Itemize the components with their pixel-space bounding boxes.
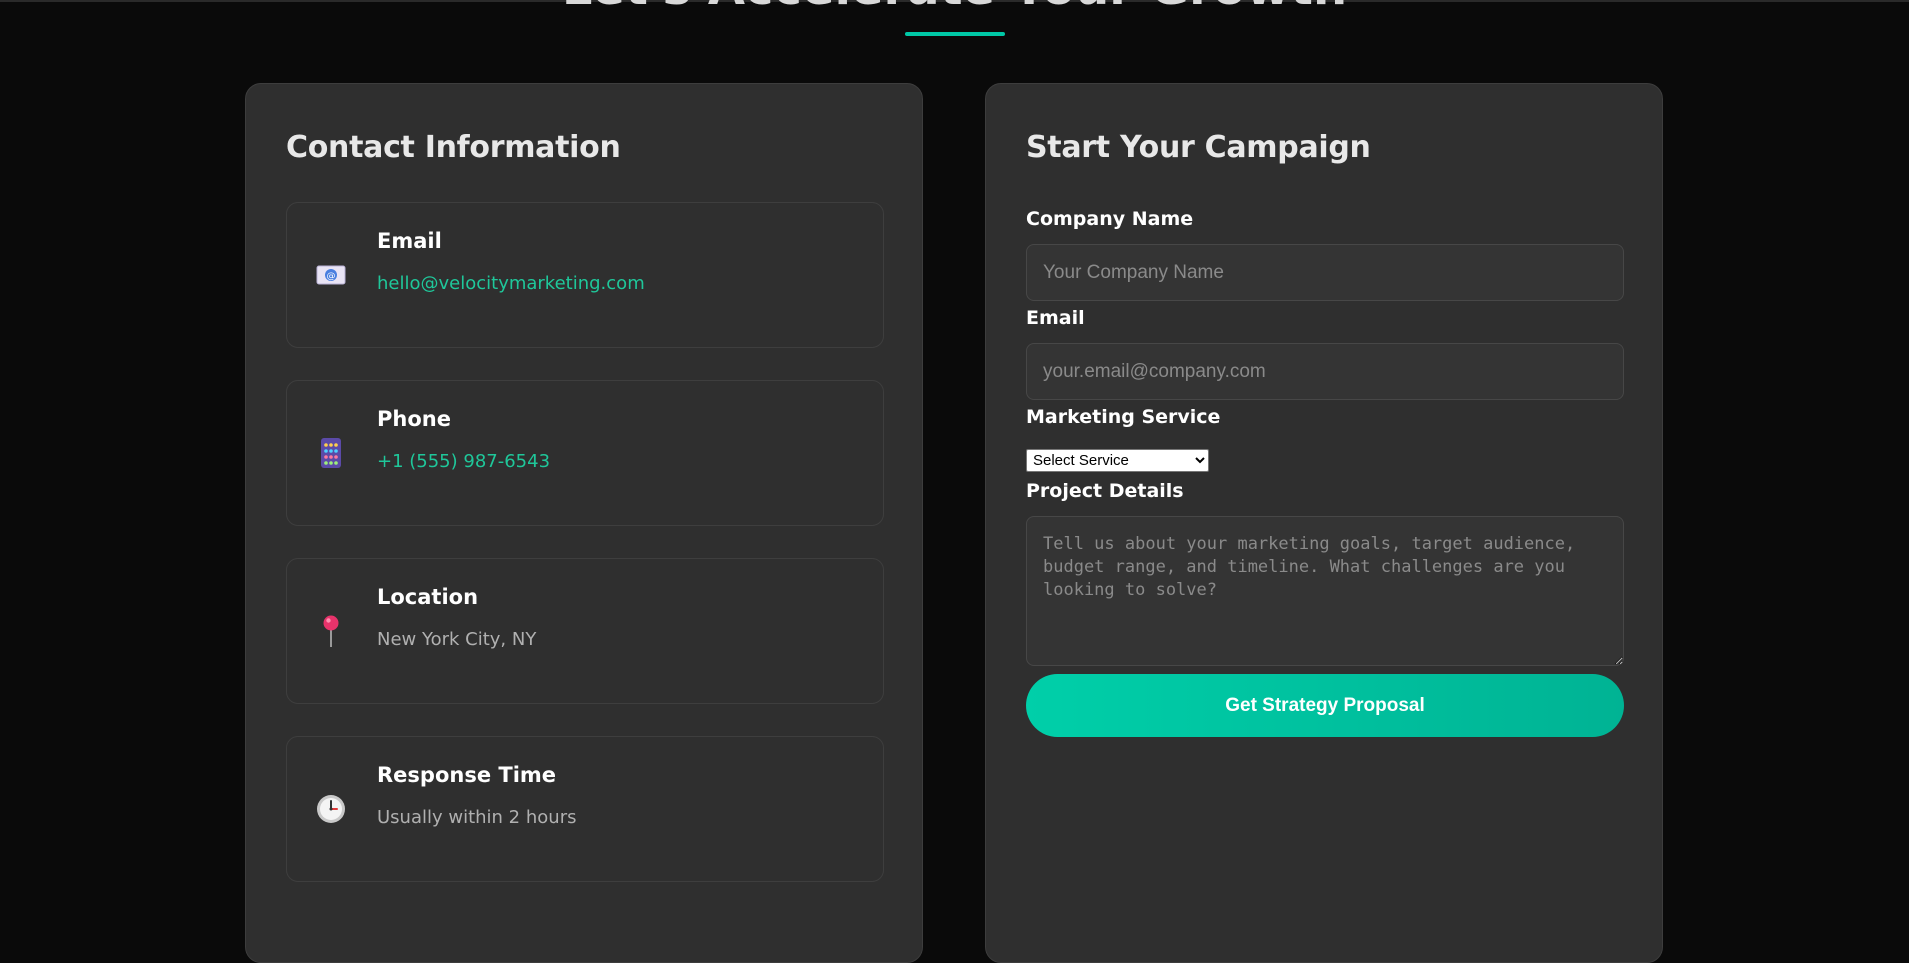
contact-info-title: Contact Information	[286, 130, 621, 165]
contact-location-label: Location	[377, 585, 479, 609]
contact-phone-label: Phone	[377, 407, 451, 431]
envelope-icon: @	[315, 259, 347, 291]
contact-item-response-time: Response Time Usually within 2 hours	[286, 736, 884, 882]
contact-item-location: Location New York City, NY	[286, 558, 884, 704]
pushpin-icon	[315, 615, 347, 647]
contact-response-value: Usually within 2 hours	[377, 807, 577, 828]
clock-icon	[315, 793, 347, 825]
contact-location-value: New York City, NY	[377, 629, 537, 650]
company-name-input[interactable]	[1026, 244, 1624, 301]
email-input[interactable]	[1026, 343, 1624, 400]
contact-item-email: @ Email hello@velocitymarketing.com	[286, 202, 884, 348]
contact-response-label: Response Time	[377, 763, 557, 787]
svg-text:@: @	[327, 272, 336, 282]
marketing-service-label: Marketing Service	[1026, 406, 1221, 428]
get-strategy-proposal-button[interactable]: Get Strategy Proposal	[1026, 674, 1624, 737]
contact-item-phone: Phone +1 (555) 987-6543	[286, 380, 884, 526]
campaign-form-card: Start Your Campaign Company Name Email M…	[985, 83, 1663, 963]
campaign-form-title: Start Your Campaign	[1026, 130, 1371, 165]
section-title: Let's Accelerate Your Growth	[0, 0, 1909, 12]
company-name-label: Company Name	[1026, 208, 1194, 230]
contact-info-card: Contact Information @ Email hello@veloci…	[245, 83, 923, 963]
contact-email-label: Email	[377, 229, 442, 253]
contact-email-value[interactable]: hello@velocitymarketing.com	[377, 273, 645, 294]
phone-icon	[315, 437, 347, 469]
marketing-service-select[interactable]: Select Service	[1026, 449, 1209, 472]
project-details-label: Project Details	[1026, 480, 1184, 502]
project-details-textarea[interactable]	[1026, 516, 1624, 666]
email-label: Email	[1026, 307, 1085, 329]
title-underline	[905, 32, 1005, 36]
contact-phone-value[interactable]: +1 (555) 987-6543	[377, 451, 550, 472]
